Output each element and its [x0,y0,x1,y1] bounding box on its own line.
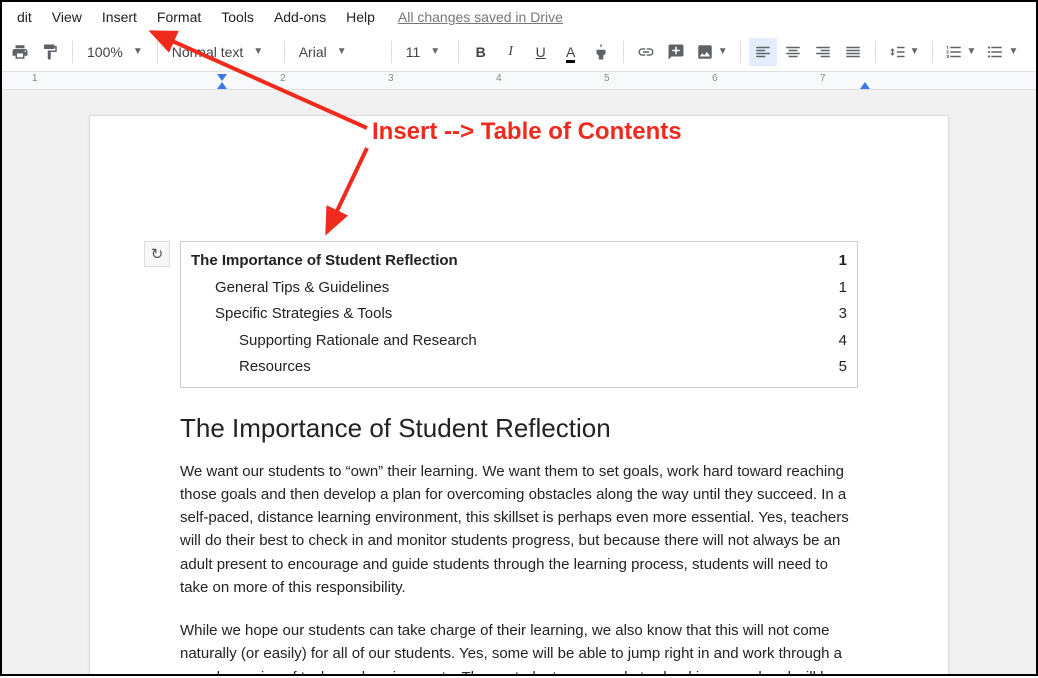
align-right-icon [814,43,832,61]
toc-entry-page: 3 [839,303,847,326]
style-value: Normal text [172,44,244,60]
line-spacing-icon [888,43,906,61]
caret-down-icon: ▼ [337,46,347,57]
indent-marker-first-line[interactable] [217,74,227,81]
toc-box: The Importance of Student Reflection1Gen… [180,241,858,388]
align-center-button[interactable] [779,38,807,66]
align-right-button[interactable] [809,38,837,66]
bulleted-list-button[interactable]: ▼ [982,38,1022,66]
caret-down-icon: ▼ [967,46,977,57]
link-icon [637,43,655,61]
document-area: ↻ The Importance of Student Reflection1G… [2,90,1036,674]
toolbar: 100% ▼ Normal text ▼ Arial ▼ 11 ▼ B I U … [2,32,1036,72]
font-size-dropdown[interactable]: 11 ▼ [400,38,450,66]
ruler[interactable]: 1 2 3 4 5 6 7 [2,72,1036,90]
printer-icon [11,43,29,61]
text-color-button[interactable]: A [557,38,585,66]
toc-entry-page: 1 [839,250,847,273]
italic-button[interactable]: I [497,38,525,66]
caret-down-icon: ▼ [430,46,440,57]
toc-entry-page: 1 [839,277,847,300]
insert-image-button[interactable]: ▼ [692,38,732,66]
menu-format[interactable]: Format [148,5,210,29]
menu-bar: dit View Insert Format Tools Add-ons Hel… [2,2,1036,32]
caret-down-icon: ▼ [718,46,728,57]
paint-roller-icon [41,43,59,61]
ruler-num: 5 [604,73,610,84]
menu-tools[interactable]: Tools [212,5,263,29]
document-heading-1[interactable]: The Importance of Student Reflection [180,413,858,444]
toc-entry[interactable]: Specific Strategies & Tools 3 [191,301,847,328]
bold-icon: B [476,44,486,60]
highlighter-icon [592,43,610,61]
toc-entry-page: 5 [839,356,847,379]
toc-entry[interactable]: The Importance of Student Reflection 1 [191,248,847,275]
caret-down-icon: ▼ [910,46,920,57]
paint-format-button[interactable] [36,38,64,66]
font-value: Arial [299,44,327,60]
image-icon [696,43,714,61]
highlight-button[interactable] [587,38,615,66]
menu-help[interactable]: Help [337,5,384,29]
document-page[interactable]: ↻ The Importance of Student Reflection1G… [89,115,949,674]
toc-refresh-button[interactable]: ↻ [144,241,170,267]
indent-marker-right[interactable] [860,82,870,89]
bold-button[interactable]: B [467,38,495,66]
ruler-num: 7 [820,73,826,84]
font-size-value: 11 [406,44,421,60]
font-dropdown[interactable]: Arial ▼ [293,38,383,66]
indent-marker-left[interactable] [217,82,227,89]
toc-entry[interactable]: Supporting Rationale and Research 4 [191,328,847,355]
paragraph-style-dropdown[interactable]: Normal text ▼ [166,38,276,66]
toc-entry-title: Specific Strategies & Tools [215,303,392,326]
line-spacing-button[interactable]: ▼ [884,38,924,66]
menu-view[interactable]: View [43,5,91,29]
align-left-icon [754,43,772,61]
underline-icon: U [536,44,546,60]
insert-link-button[interactable] [632,38,660,66]
document-paragraph[interactable]: We want our students to “own” their lear… [180,460,858,600]
caret-down-icon: ▼ [133,46,143,57]
align-center-icon [784,43,802,61]
numbered-list-button[interactable]: ▼ [941,38,981,66]
align-left-button[interactable] [749,38,777,66]
save-status[interactable]: All changes saved in Drive [398,9,563,25]
zoom-value: 100% [87,44,123,60]
toc-entry-title: Supporting Rationale and Research [239,330,477,353]
ruler-num: 1 [32,73,38,84]
table-of-contents[interactable]: ↻ The Importance of Student Reflection1G… [180,241,858,388]
menu-addons[interactable]: Add-ons [265,5,335,29]
bulleted-list-icon [986,43,1004,61]
ruler-num: 4 [496,73,502,84]
caret-down-icon: ▼ [253,46,263,57]
toc-entry-title: Resources [239,356,311,379]
add-comment-button[interactable] [662,38,690,66]
toc-entry-title: The Importance of Student Reflection [191,250,458,273]
text-color-icon: A [566,44,575,60]
toc-entry-title: General Tips & Guidelines [215,277,389,300]
toc-entry[interactable]: Resources 5 [191,354,847,381]
print-button[interactable] [6,38,34,66]
align-justify-button[interactable] [839,38,867,66]
ruler-num: 3 [388,73,394,84]
menu-insert[interactable]: Insert [93,5,146,29]
zoom-dropdown[interactable]: 100% ▼ [81,38,149,66]
caret-down-icon: ▼ [1008,46,1018,57]
menu-edit[interactable]: dit [8,5,41,29]
italic-icon: I [508,44,513,60]
ruler-num: 6 [712,73,718,84]
comment-plus-icon [667,43,685,61]
ruler-num: 2 [280,73,286,84]
underline-button[interactable]: U [527,38,555,66]
align-justify-icon [844,43,862,61]
toc-entry[interactable]: General Tips & Guidelines 1 [191,275,847,302]
document-paragraph[interactable]: While we hope our students can take char… [180,619,858,674]
numbered-list-icon [945,43,963,61]
refresh-icon: ↻ [151,245,164,263]
toc-entry-page: 4 [839,330,847,353]
